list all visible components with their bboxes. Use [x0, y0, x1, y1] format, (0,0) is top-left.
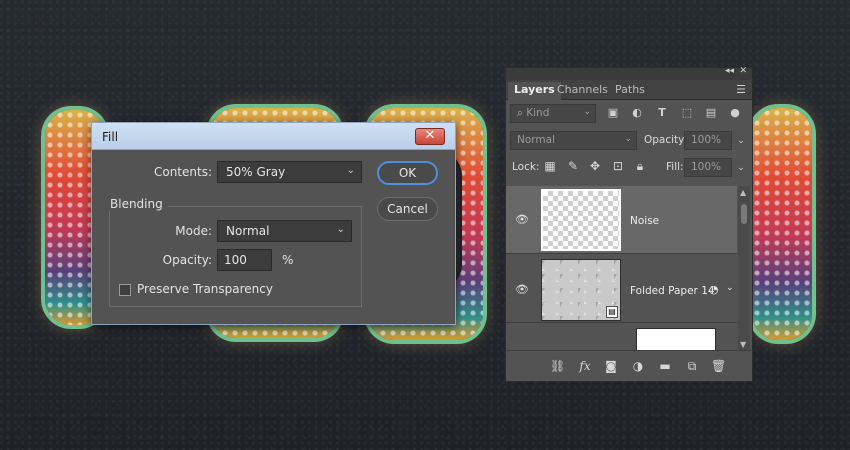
type-filter-icon[interactable]: T: [655, 106, 669, 120]
filter-toggle-icon[interactable]: ●: [728, 106, 742, 120]
canvas-artwork-shape-4: [752, 108, 812, 340]
ok-button[interactable]: OK: [377, 161, 438, 185]
tab-paths[interactable]: Paths: [609, 82, 651, 100]
preserve-transparency-label: Preserve Transparency: [137, 282, 273, 296]
add-mask-icon[interactable]: ◙: [604, 359, 618, 373]
lock-all-icon[interactable]: 🔒︎: [633, 159, 647, 173]
tab-channels[interactable]: Channels: [551, 82, 614, 100]
fx-icon[interactable]: fx: [578, 359, 592, 373]
image-filter-icon[interactable]: ▣: [606, 106, 620, 120]
lock-artboard-icon[interactable]: ⊡: [611, 159, 625, 173]
opacity-label: Opacity:: [162, 253, 212, 267]
eye-icon[interactable]: 👁︎: [515, 284, 529, 295]
eye-icon[interactable]: 👁︎: [515, 214, 529, 225]
blending-legend: Blending: [105, 197, 168, 211]
chevron-down-icon: ⌄: [336, 224, 345, 235]
chevron-down-icon: ⌄: [583, 107, 591, 117]
panel-header-strip[interactable]: ◂◂ ✕: [506, 66, 752, 80]
fill-field[interactable]: 100%: [684, 158, 732, 177]
lock-position-icon[interactable]: ✥: [588, 159, 602, 173]
kind-placeholder: Kind: [526, 107, 550, 119]
link-layers-icon[interactable]: ⛓︎: [550, 359, 565, 373]
adjustment-filter-icon[interactable]: ◐: [630, 106, 644, 120]
cancel-button[interactable]: Cancel: [377, 197, 438, 221]
blend-mode-select[interactable]: Normal ⌄: [510, 131, 637, 150]
smart-object-filter-icon[interactable]: ▤: [704, 106, 718, 120]
chevron-down-icon: ⌄: [346, 165, 355, 176]
close-panel-icon[interactable]: ✕: [739, 66, 747, 76]
opacity-value: 100%: [691, 134, 722, 146]
filter-row: ⌕ Kind ⌄ ▣ ◐ T ⬚ ▤ ●: [506, 100, 752, 127]
layer-thumbnail-paper: ▤: [541, 259, 621, 321]
shape-filter-icon[interactable]: ⬚: [680, 106, 694, 120]
new-layer-icon[interactable]: ⧉: [685, 359, 699, 373]
layer-filter-indicator-icon[interactable]: ◔: [709, 283, 719, 296]
close-button[interactable]: ✕: [415, 128, 445, 145]
fill-label: Fill:: [666, 161, 684, 173]
chevron-down-icon: ⌄: [624, 134, 632, 144]
contents-label: Contents:: [153, 165, 212, 179]
blend-row: Normal ⌄ Opacity: 100% ⌄: [506, 127, 752, 154]
layers-scrollbar[interactable]: ▲ ▼: [738, 186, 750, 351]
layer-row-folded-paper[interactable]: 👁︎ ▤ Folded Paper 14 ◔ ⌄: [506, 255, 737, 323]
fill-dialog-titlebar[interactable]: Fill ✕: [92, 123, 455, 150]
new-group-icon[interactable]: ▬: [658, 359, 672, 373]
panel-tabs: Layers Channels Paths ☰: [506, 80, 752, 100]
chevron-down-icon[interactable]: ⌄: [734, 134, 748, 148]
layer-thumbnail-transparent: [541, 189, 621, 251]
lock-image-pixels-icon[interactable]: ✎: [566, 159, 580, 173]
search-icon: ⌕: [517, 107, 523, 119]
preserve-transparency-checkbox[interactable]: [119, 284, 131, 296]
layers-panel-footer: ⛓︎ fx ◙ ◑ ▬ ⧉ 🗑︎: [506, 350, 752, 381]
scroll-down-icon[interactable]: ▼: [740, 340, 746, 349]
layer-row-partial[interactable]: [506, 324, 737, 351]
adjustment-layer-icon[interactable]: ◑: [631, 359, 645, 373]
contents-value: 50% Gray: [226, 165, 286, 179]
fill-dialog: Fill ✕ Contents: 50% Gray ⌄ Blending Mod…: [91, 122, 456, 325]
opacity-label: Opacity:: [644, 134, 688, 146]
lock-row: Lock: ▦ ✎ ✥ ⊡ 🔒︎ Fill: 100% ⌄: [506, 154, 752, 181]
lock-label: Lock:: [512, 161, 540, 173]
collapse-panel-icon[interactable]: ◂◂: [725, 66, 734, 76]
layer-name: Noise: [630, 215, 660, 227]
mode-value: Normal: [226, 224, 270, 238]
mode-select[interactable]: Normal ⌄: [217, 220, 352, 242]
kind-filter-select[interactable]: ⌕ Kind ⌄: [510, 104, 596, 123]
lock-transparent-pixels-icon[interactable]: ▦: [543, 159, 557, 173]
opacity-input[interactable]: 100: [217, 249, 272, 271]
layer-row-noise[interactable]: 👁︎ Noise: [506, 186, 737, 254]
mode-label: Mode:: [175, 224, 212, 238]
layers-panel: ◂◂ ✕ Layers Channels Paths ☰ ⌕ Kind ⌄ ▣ …: [505, 66, 753, 382]
smart-object-icon: ▤: [606, 306, 618, 318]
scroll-thumb[interactable]: [741, 204, 747, 224]
panel-menu-icon[interactable]: ☰: [736, 83, 746, 96]
chevron-down-icon[interactable]: ⌄: [726, 283, 734, 293]
opacity-unit: %: [282, 253, 294, 267]
blend-mode-value: Normal: [517, 134, 555, 146]
contents-select[interactable]: 50% Gray ⌄: [217, 161, 362, 183]
dialog-title: Fill: [102, 130, 119, 144]
delete-icon[interactable]: 🗑︎: [711, 359, 726, 373]
layer-name: Folded Paper 14: [630, 285, 715, 297]
opacity-field[interactable]: 100%: [684, 131, 732, 150]
fill-value: 100%: [691, 161, 722, 173]
layers-list: 👁︎ Noise 👁︎ ▤ Folded Paper 14 ◔ ⌄: [506, 186, 752, 351]
chevron-down-icon[interactable]: ⌄: [734, 161, 748, 175]
scroll-up-icon[interactable]: ▲: [740, 188, 746, 197]
layer-thumbnail-white: [636, 328, 716, 351]
